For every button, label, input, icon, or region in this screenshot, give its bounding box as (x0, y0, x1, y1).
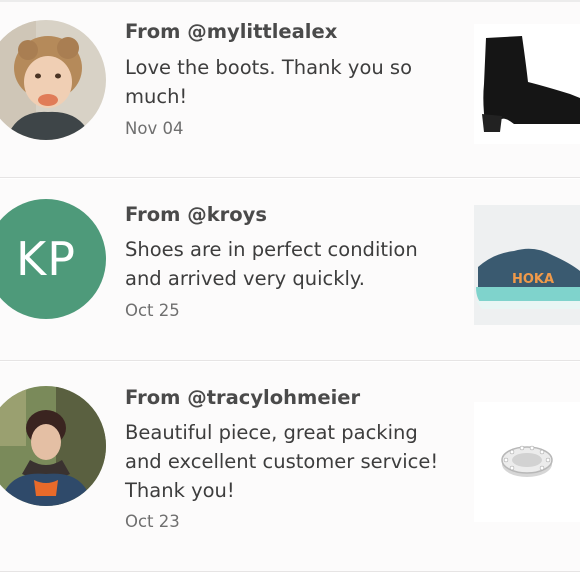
crystal-charm-icon (474, 402, 580, 522)
review-item[interactable]: From @mylittlealex Love the boots. Thank… (0, 2, 580, 178)
review-date: Oct 25 (125, 301, 180, 320)
review-text: Beautiful piece, great packing and excel… (125, 421, 439, 502)
ankle-boot-icon (474, 24, 580, 144)
review-item[interactable]: KP From @kroys Shoes are in perfect cond… (0, 179, 580, 361)
review-date: Oct 23 (125, 512, 180, 531)
product-thumbnail[interactable]: HOKA (474, 205, 580, 325)
review-author[interactable]: From @tracylohmeier (125, 386, 360, 409)
review-date: Nov 04 (125, 119, 184, 138)
product-brand: HOKA (512, 272, 554, 287)
review-author[interactable]: From @mylittlealex (125, 20, 337, 43)
product-thumbnail[interactable] (474, 24, 580, 144)
avatar[interactable] (0, 20, 106, 140)
avatar[interactable] (0, 386, 106, 506)
avatar-initials: KP (16, 232, 76, 286)
review-text: Shoes are in perfect condition and arriv… (125, 238, 418, 290)
review-item[interactable]: From @tracylohmeier Beautiful piece, gre… (0, 362, 580, 572)
review-text: Love the boots. Thank you so much! (125, 56, 413, 108)
product-thumbnail[interactable] (474, 402, 580, 522)
child-photo-icon (0, 20, 106, 140)
avatar[interactable]: KP (0, 199, 106, 319)
review-author[interactable]: From @kroys (125, 203, 267, 226)
woman-photo-icon (0, 386, 106, 506)
running-shoe-icon: HOKA (474, 205, 580, 325)
